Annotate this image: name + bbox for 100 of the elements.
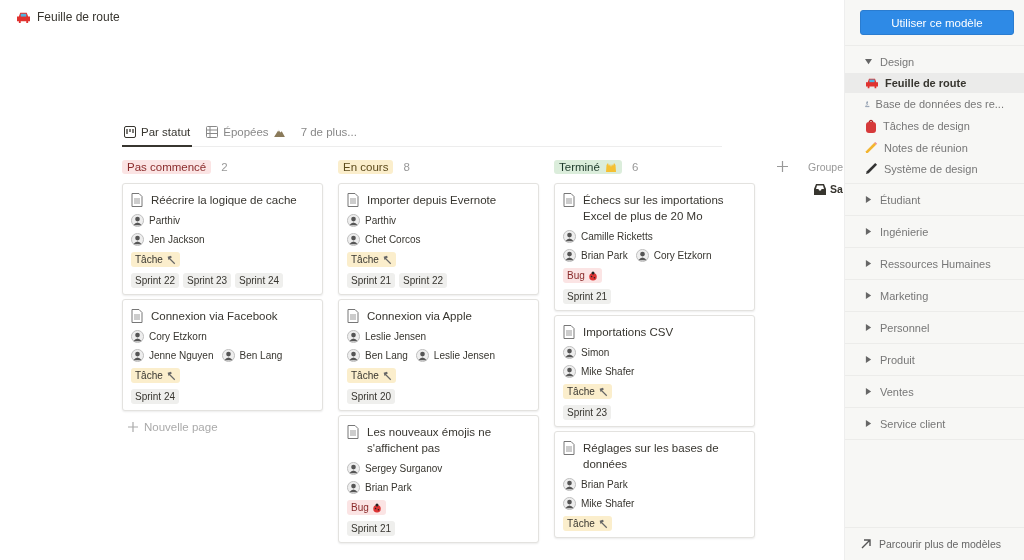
browse-more-link[interactable]: Parcourir plus de modèles [845,527,1024,560]
avatar-icon [347,481,360,494]
plus-icon[interactable] [776,161,788,172]
backpack-icon [865,119,877,133]
template-item[interactable]: Système de design [845,158,1024,179]
category-toggle[interactable]: Personnel [845,316,1024,339]
type-tag: Bug [563,268,602,283]
avatar-icon [563,365,576,378]
avatar-icon [131,233,144,246]
avatar-icon [563,478,576,491]
template-item[interactable]: Base de données des re... [845,93,1024,115]
task-card[interactable]: Réglages sur les bases de données Brian Park Mike Shafer Tâche [554,431,755,538]
person-name: Leslie Jensen [365,331,427,342]
hidden-groups-label: Groupe [808,161,844,173]
category-toggle[interactable]: Ingénierie [845,220,1024,243]
sprint-tag: Sprint 24 [131,389,180,404]
mountain-icon [273,127,285,137]
avatar-icon [347,233,360,246]
category-toggle[interactable]: Service client [845,412,1024,435]
sprint-tag: Sprint 21 [563,289,612,304]
person-name: Jenne Nguyen [149,350,214,361]
view-tab[interactable]: 7 de plus... [298,122,359,147]
sprint-tag: Sprint 24 [235,273,284,288]
document-icon [131,193,143,207]
status-label: Terminé [554,160,622,174]
hidden-group-name[interactable]: Sa [830,183,843,195]
sprint-tag: Sprint 23 [563,405,612,420]
person-name: Chet Corcos [365,234,421,245]
person-name: Mike Shafer [581,366,635,377]
person-name: Jen Jackson [149,234,205,245]
person-name: Cory Etzkorn [653,250,712,261]
person-name: Brian Park [581,250,628,261]
task-card[interactable]: Échecs sur les importations Excel de plus de 20 Mo Camille Ricketts Brian Park Cory Etzkorn Bug Sprint 21 [554,183,755,311]
category-toggle[interactable]: Étudiant [845,188,1024,211]
view-tab[interactable]: Épopées [204,122,287,147]
plus-icon [128,422,138,432]
type-tag: Tâche [131,368,180,383]
template-item[interactable]: Feuille de route [845,73,1024,93]
view-tab[interactable]: Par statut [122,122,193,147]
use-template-button[interactable]: Utiliser ce modèle [860,10,1014,35]
avatar-icon [131,349,144,362]
type-tag: Tâche [563,516,612,531]
document-icon [347,425,359,439]
caret-icon [865,388,872,395]
card-title: Importations CSV [583,325,674,340]
ladybug-icon [371,502,382,513]
category-toggle[interactable]: Marketing [845,284,1024,307]
avatar-icon [347,214,360,227]
car-icon [16,10,31,24]
board-icon [124,126,136,138]
person-name: Sergey Surganov [365,463,443,474]
caret-icon [865,324,872,331]
type-tag: Tâche [347,252,396,267]
person-name: Parthiv [365,215,397,226]
category-toggle[interactable]: Produit [845,348,1024,371]
document-icon [347,309,359,323]
avatar-icon [635,249,649,262]
document-icon [563,193,575,207]
card-title: Échecs sur les importations Excel de plus de 20 Mo [583,193,725,224]
person-name: Simon [581,347,610,358]
task-card[interactable]: Réécrire la logique de cache Parthiv Jen Jackson Tâche Sprint 22 Sprint 23 Sprint 24 [122,183,323,295]
sprint-tag: Sprint 21 [347,273,396,288]
card-title: Connexion via Facebook [151,309,278,324]
type-tag: Tâche [347,368,396,383]
avatar-icon [221,349,235,362]
card-count: 6 [631,161,639,173]
task-card[interactable]: Importer depuis Evernote Parthiv Chet Corcos Tâche Sprint 21 Sprint 22 [338,183,539,295]
category-toggle[interactable]: Ressources Humaines [845,252,1024,275]
sprint-tag: Sprint 21 [347,521,396,536]
category-toggle[interactable]: Design [845,50,1024,73]
status-label: En cours [338,160,394,174]
sprint-tag: Sprint 23 [183,273,232,288]
card-count: 8 [403,161,410,173]
person-name: Camille Ricketts [581,231,653,242]
person-name: Leslie Jensen [433,350,495,361]
new-page-button[interactable]: Nouvelle page [122,415,323,439]
person-name: Brian Park [581,479,628,490]
sprint-tag: Sprint 22 [399,273,448,288]
avatar-icon [347,330,360,343]
task-card[interactable]: Importations CSV Simon Mike Shafer Tâche Sprint 23 [554,315,755,427]
avatar-icon [131,330,144,343]
caret-icon [865,292,872,299]
caret-icon [865,58,872,65]
caret-icon [865,260,872,267]
avatar-icon [563,346,576,359]
template-item[interactable]: Tâches de design [845,115,1024,137]
type-tag: Tâche [131,252,180,267]
pen-icon [865,162,878,175]
template-item[interactable]: Notes de réunion [845,137,1024,158]
avatar-icon [563,230,576,243]
task-card[interactable]: Connexion via Facebook Cory Etzkorn Jenne Nguyen Ben Lang Tâche Sprint 24 [122,299,323,411]
task-card[interactable]: Connexion via Apple Leslie Jensen Ben Lang Leslie Jensen Tâche Sprint 20 [338,299,539,411]
caret-icon [865,228,872,235]
avatar-icon [347,349,360,362]
person-name: Cory Etzkorn [149,331,207,342]
avatar-icon [347,462,360,475]
document-icon [347,193,359,207]
category-toggle[interactable]: Ventes [845,380,1024,403]
task-card[interactable]: Les nouveaux émojis ne s'affichent pas Sergey Surganov Brian Park Bug Sprint 21 [338,415,539,543]
caret-icon [865,196,872,203]
